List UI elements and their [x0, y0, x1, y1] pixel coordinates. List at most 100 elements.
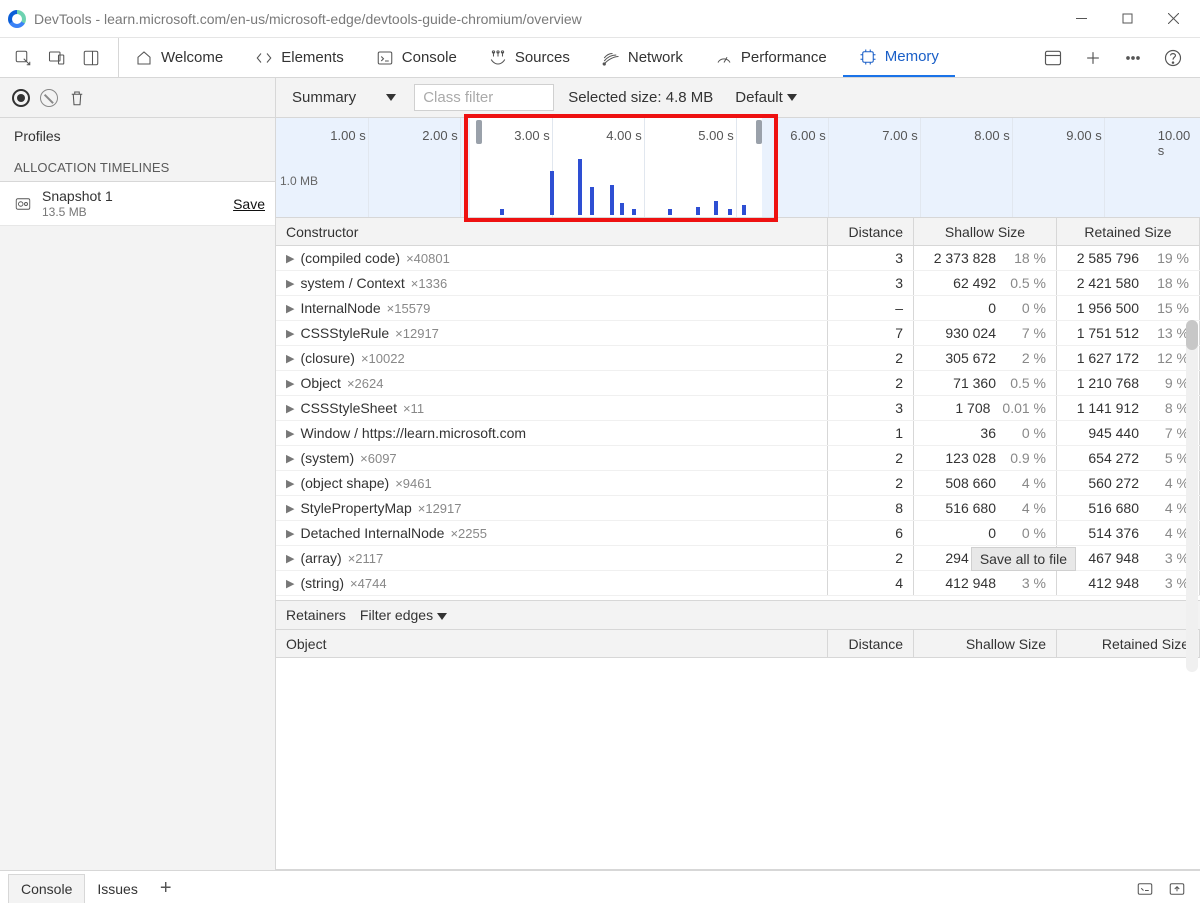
col-constructor[interactable]: Constructor [276, 218, 828, 245]
table-row[interactable]: ▶CSSStyleRule ×129177930 0247 %1 751 512… [276, 321, 1200, 346]
drawer-footer: Console Issues + [0, 870, 1200, 906]
tab-console[interactable]: Console [360, 38, 473, 77]
device-mode-icon[interactable] [40, 41, 74, 75]
footer-add-tab[interactable]: + [150, 877, 182, 900]
allocation-timeline[interactable]: 1.00 s 2.00 s 3.00 s 4.00 s 5.00 s 6.00 … [276, 118, 1200, 218]
class-filter-input[interactable]: Class filter [414, 84, 554, 111]
retained-pct: 13 % [1151, 325, 1189, 341]
table-row[interactable]: ▶CSSStyleSheet ×1131 7080.01 %1 141 9128… [276, 396, 1200, 421]
table-row[interactable]: ▶Detached InternalNode ×2255600 %514 376… [276, 521, 1200, 546]
panel-layout-icon[interactable] [1036, 41, 1070, 75]
col-retained[interactable]: Retained Size [1057, 218, 1200, 245]
table-row[interactable]: ▶(string) ×47444412 9483 %412 9483 % [276, 571, 1200, 596]
retained-pct: 9 % [1151, 375, 1189, 391]
table-row[interactable]: ▶InternalNode ×15579–00 %1 956 50015 % [276, 296, 1200, 321]
table-row[interactable]: ▶(system) ×60972123 0280.9 %654 2725 % [276, 446, 1200, 471]
shallow-pct: 0.9 % [1008, 450, 1046, 466]
constructor-count: ×40801 [406, 251, 450, 266]
col-retained[interactable]: Retained Size [1057, 630, 1200, 657]
retained-pct: 3 % [1151, 575, 1189, 591]
constructor-count: ×2624 [347, 376, 384, 391]
retained-size: 1 627 172 [1077, 350, 1139, 366]
constructor-name: Detached InternalNode [300, 525, 444, 541]
shallow-pct: 0.01 % [1002, 400, 1046, 416]
default-label: Default [735, 89, 783, 106]
timeline-tick: 8.00 s [974, 128, 1009, 143]
tab-sources[interactable]: Sources [473, 38, 586, 77]
tab-welcome-label: Welcome [161, 49, 223, 66]
clear-icon[interactable] [40, 89, 58, 107]
command-menu-icon[interactable] [1136, 880, 1154, 898]
retained-pct: 18 % [1151, 275, 1189, 291]
expand-drawer-icon[interactable] [1168, 880, 1186, 898]
selected-size-label: Selected size: 4.8 MB [564, 89, 717, 106]
distance-cell: 2 [828, 471, 914, 495]
col-distance[interactable]: Distance [828, 218, 914, 245]
window-close-button[interactable] [1150, 1, 1196, 37]
tab-elements[interactable]: Elements [239, 38, 360, 77]
retainers-label[interactable]: Retainers [286, 607, 346, 623]
retained-size: 2 585 796 [1077, 250, 1139, 266]
record-icon[interactable] [12, 89, 30, 107]
window-titlebar: DevTools - learn.microsoft.com/en-us/mic… [0, 0, 1200, 38]
table-row[interactable]: ▶Object ×2624271 3600.5 %1 210 7689 % [276, 371, 1200, 396]
col-distance[interactable]: Distance [828, 630, 914, 657]
default-select[interactable]: Default [727, 85, 805, 110]
timeline-tick: 6.00 s [790, 128, 825, 143]
constructor-count: ×2255 [450, 526, 487, 541]
table-row[interactable]: ▶(compiled code) ×4080132 373 82818 %2 5… [276, 246, 1200, 271]
retained-size: 516 680 [1083, 500, 1139, 516]
inspect-icon[interactable] [6, 41, 40, 75]
window-maximize-button[interactable] [1104, 1, 1150, 37]
distance-cell: 3 [828, 396, 914, 420]
timeline-handle-right[interactable] [756, 120, 762, 144]
shallow-pct: 18 % [1008, 250, 1046, 266]
dock-icon[interactable] [74, 41, 108, 75]
distance-cell: 3 [828, 271, 914, 295]
tab-performance[interactable]: Performance [699, 38, 843, 77]
constructor-name: (closure) [300, 350, 354, 366]
table-row[interactable]: ▶Window / https://learn.microsoft.com 13… [276, 421, 1200, 446]
filter-edges-label: Filter edges [360, 607, 433, 623]
tab-memory-label: Memory [885, 48, 939, 65]
timeline-handle-left[interactable] [476, 120, 482, 144]
filter-edges-select[interactable]: Filter edges [360, 607, 447, 623]
help-icon[interactable] [1156, 41, 1190, 75]
more-icon[interactable] [1116, 41, 1150, 75]
chevron-down-icon [437, 613, 447, 620]
tab-network[interactable]: Network [586, 38, 699, 77]
disclosure-icon: ▶ [286, 327, 294, 340]
summary-select[interactable]: Summary [284, 85, 404, 110]
constructor-name: InternalNode [300, 300, 380, 316]
col-shallow[interactable]: Shallow Size [914, 218, 1057, 245]
delete-icon[interactable] [68, 89, 86, 107]
table-row[interactable]: ▶StylePropertyMap ×129178516 6804 %516 6… [276, 496, 1200, 521]
distance-cell: 6 [828, 521, 914, 545]
footer-tab-issues[interactable]: Issues [85, 875, 149, 903]
shallow-size: 36 [940, 425, 996, 441]
disclosure-icon: ▶ [286, 452, 294, 465]
table-row[interactable]: ▶system / Context ×1336362 4920.5 %2 421… [276, 271, 1200, 296]
shallow-pct: 3 % [1008, 575, 1046, 591]
constructor-count: ×2117 [348, 551, 384, 566]
table-row[interactable]: ▶(object shape) ×94612508 6604 %560 2724… [276, 471, 1200, 496]
add-tab-icon[interactable] [1076, 41, 1110, 75]
table-row[interactable]: ▶(closure) ×100222305 6722 %1 627 17212 … [276, 346, 1200, 371]
tab-memory[interactable]: Memory [843, 38, 955, 77]
col-shallow[interactable]: Shallow Size [914, 630, 1057, 657]
window-minimize-button[interactable] [1058, 1, 1104, 37]
retained-pct: 7 % [1151, 425, 1189, 441]
footer-tab-console[interactable]: Console [8, 874, 85, 903]
snapshot-item[interactable]: Snapshot 1 13.5 MB Save [0, 182, 275, 226]
save-all-button[interactable]: Save all to file [971, 547, 1076, 571]
constructor-name: (object shape) [300, 475, 389, 491]
scrollbar-thumb[interactable] [1186, 320, 1198, 350]
retained-pct: 4 % [1151, 500, 1189, 516]
snapshot-save-link[interactable]: Save [233, 196, 265, 212]
shallow-size: 71 360 [940, 375, 996, 391]
timeline-tick: 10.00 s [1158, 128, 1191, 158]
col-object[interactable]: Object [276, 630, 828, 657]
tab-welcome[interactable]: Welcome [119, 38, 239, 77]
constructor-count: ×6097 [360, 451, 397, 466]
summary-label: Summary [292, 89, 356, 106]
